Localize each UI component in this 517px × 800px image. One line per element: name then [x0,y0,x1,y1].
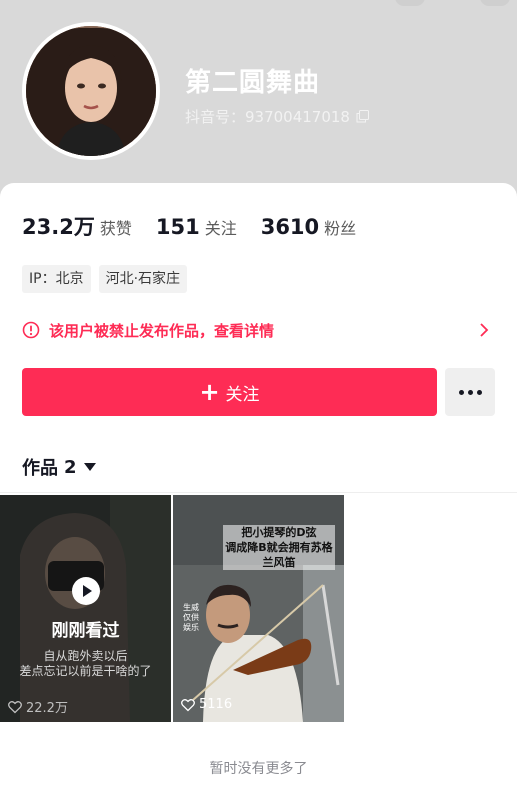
stats-row: 23.2万 获赞 151 关注 3610 粉丝 [22,211,380,241]
profile-card: 23.2万 获赞 151 关注 3610 粉丝 IP：北京 河北·石家庄 该用户… [0,183,517,800]
video-thumbnail-image [0,495,171,722]
stat-value: 3610 [260,215,320,239]
top-decoration [480,0,510,6]
heart-icon [181,698,195,711]
caption-line: 差点忘记以前是干啥的了 [19,664,152,678]
account-id: 抖音号：93700417018 [185,108,350,126]
warning-circle-icon [22,321,40,339]
caret-down-icon [83,463,96,471]
play-button[interactable] [72,577,100,605]
video-caption: 自从跑外卖以后 差点忘记以前是干啥的了 [4,649,167,679]
follow-button[interactable]: + 关注 [22,368,437,416]
stat-likes[interactable]: 23.2万 获赞 [22,211,132,241]
follow-button-label: 关注 [225,384,260,405]
stat-value: 151 [155,215,200,239]
location-tag: 河北·石家庄 [98,265,188,293]
caption-line: 自从跑外卖以后 [43,649,128,663]
chevron-right-icon [480,323,489,337]
more-dots-icon [458,389,482,395]
plus-icon: + [199,378,220,406]
recently-watched-label: 刚刚看过 [51,621,120,641]
likes-count: 22.2万 [26,701,68,716]
avatar[interactable] [22,22,160,160]
video-side-text: 生威 仅供娱乐 [183,603,199,632]
video-thumbnail[interactable]: 刚刚看过 自从跑外卖以后 差点忘记以前是干啥的了 22.2万 [0,495,171,722]
heart-icon [8,700,22,713]
copy-icon[interactable] [356,110,369,123]
works-label: 作品 [22,458,58,479]
nickname: 第二圆舞曲 [185,68,321,98]
stat-label: 粉丝 [324,219,357,238]
account-id-row[interactable]: 抖音号：93700417018 [185,106,369,127]
works-count: 2 [64,456,77,478]
video-likes: 5116 [181,697,232,712]
title-line: 调成降B就会拥有苏格 [225,541,333,554]
video-title-overlay: 把小提琴的D弦 调成降B就会拥有苏格 兰风笛 [223,525,335,570]
likes-count: 5116 [199,697,233,712]
stat-label: 关注 [204,219,237,238]
no-more-content: 暂时没有更多了 [209,761,308,777]
stat-value: 23.2万 [22,215,95,239]
tab-works[interactable]: 作品 2 [22,454,96,480]
play-icon [83,585,92,597]
more-button[interactable] [445,368,495,416]
ip-tag: IP：北京 [22,265,91,293]
divider [0,492,517,493]
title-line: 兰风笛 [262,556,296,569]
tags-row: IP：北京 河北·石家庄 [22,265,188,293]
top-decoration [395,0,425,6]
title-line: 把小提琴的D弦 [241,526,317,539]
stat-label: 获赞 [99,219,132,238]
avatar-image [26,26,156,156]
stat-following[interactable]: 151 关注 [156,215,237,239]
stat-followers[interactable]: 3610 粉丝 [261,215,356,239]
video-thumbnail[interactable]: 把小提琴的D弦 调成降B就会拥有苏格 兰风笛 生威 仅供娱乐 5116 [173,495,344,722]
ban-notice-text: 该用户被禁止发布作品，查看详情 [49,321,275,340]
ban-notice[interactable]: 该用户被禁止发布作品，查看详情 [22,318,495,342]
video-likes: 22.2万 [8,697,68,716]
